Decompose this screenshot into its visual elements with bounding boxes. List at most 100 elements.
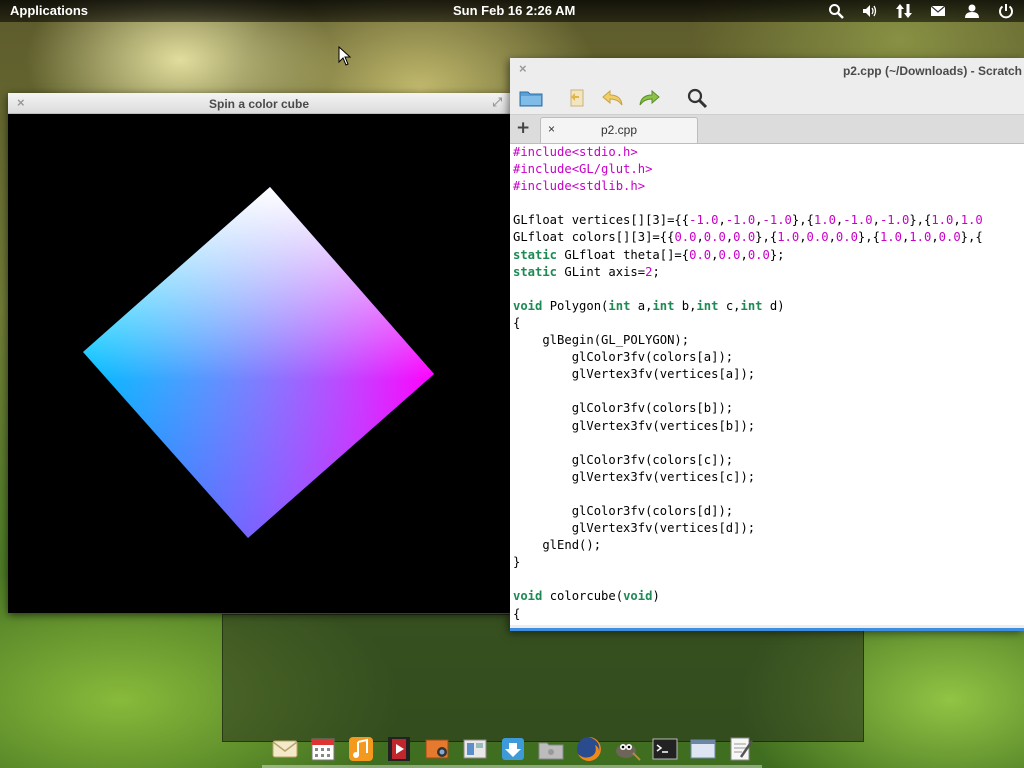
code-token: glVertex3fv(vertices[d]); [513,521,756,536]
code-token: 0.0 [703,230,726,245]
code-line: glVertex3fv(vertices[c]); [513,469,1024,486]
text-editor-icon[interactable] [722,730,760,768]
code-token: 0.0 [733,230,756,245]
code-line: { [513,315,1024,332]
code-token: -1.0 [879,213,910,228]
window-icon[interactable] [684,730,722,768]
code-token: Polygon( [542,298,609,313]
open-folder-icon[interactable] [518,86,544,110]
code-token: b, [674,298,697,313]
revert-icon[interactable] [564,86,590,110]
firefox-icon[interactable] [570,730,608,768]
code-token: 1.0 [777,230,800,245]
code-token: 0.0 [674,230,697,245]
code-token: glColor3fv(colors[a]); [513,350,734,365]
code-line: glVertex3fv(vertices[d]); [513,520,1024,537]
tab-p2-cpp[interactable]: × p2.cpp [540,117,698,143]
network-icon[interactable] [894,2,914,20]
editor-titlebar[interactable]: × p2.cpp (~/Downloads) - Scratch [510,58,1024,82]
code-token: 0.0 [938,230,961,245]
maximize-icon[interactable]: ⤢ [492,95,502,110]
code-line: glColor3fv(colors[a]); [513,349,1024,366]
window-title: Spin a color cube [208,97,310,111]
scratch-editor-window[interactable]: × p2.cpp (~/Downloads) - Scratch + × p2.… [510,58,1024,631]
code-token: 1.0 [813,213,836,228]
volume-icon[interactable] [860,2,880,20]
cube-window-titlebar[interactable]: × Spin a color cube ⤢ [8,93,510,114]
code-editor[interactable]: #include<stdio.h> #include<GL/glut.h> #inc… [510,144,1024,625]
code-token: , [696,230,704,245]
background-window[interactable] [222,614,864,742]
workspaces-icon[interactable] [456,730,494,768]
code-token: 1.0 [909,230,932,245]
cube-window[interactable]: × Spin a color cube ⤢ [8,93,510,613]
code-token: int [696,298,719,313]
music-icon[interactable] [342,730,380,768]
code-line: #include<GL/glut.h> [513,161,1024,178]
code-token: 0.0 [718,247,741,262]
code-token: GLfloat theta[]={ [557,247,690,262]
code-line: glColor3fv(colors[d]); [513,503,1024,520]
code-token: glVertex3fv(vertices[c]); [513,469,756,484]
files-icon[interactable] [532,730,570,768]
gimp-icon[interactable] [608,730,646,768]
search-icon[interactable] [684,86,710,110]
code-token: #include<stdio.h> [513,145,638,159]
code-line: glColor3fv(colors[c]); [513,452,1024,469]
photos-icon[interactable] [418,730,456,768]
clock[interactable]: Sun Feb 16 2:26 AM [453,3,575,18]
code-token: -1.0 [689,213,719,228]
code-token: glVertex3fv(vertices[b]); [513,418,756,433]
code-token: { [513,606,521,621]
code-token: 1.0 [960,213,983,228]
code-token: 1.0 [931,213,954,228]
code-token: GLint axis= [557,264,646,279]
code-token: -1.0 [725,213,756,228]
applications-menu[interactable]: Applications [10,3,88,18]
color-cube-canvas[interactable] [8,114,510,613]
code-token: c, [718,298,741,313]
terminal-icon[interactable] [646,730,684,768]
code-line: static GLfloat theta[]={0.0,0.0,0.0}; [513,247,1024,264]
code-token: , [828,230,836,245]
mail-icon[interactable] [266,730,304,768]
code-token: 0.0 [806,230,829,245]
code-token: GLfloat colors[][3]={{ [513,230,675,245]
editor-toolbar [510,82,1024,115]
code-token: , [755,213,763,228]
redo-icon[interactable] [636,86,662,110]
code-line: static GLint axis=2; [513,264,1024,281]
new-tab-button[interactable]: + [516,118,530,138]
code-token: int [740,298,763,313]
code-token: }; [769,247,785,262]
code-token: void [513,298,543,313]
code-token: 0.0 [835,230,858,245]
code-token: d) [762,298,785,313]
calendar-icon[interactable] [304,730,342,768]
code-token: #include<stdlib.h> [513,179,646,194]
code-token: void [623,589,653,604]
tab-label: p2.cpp [600,123,638,137]
downloads-icon[interactable] [494,730,532,768]
code-token: a, [630,298,653,313]
close-icon[interactable]: × [519,61,527,76]
code-token: glEnd(); [513,538,602,553]
code-line: glEnd(); [513,537,1024,554]
undo-icon[interactable] [600,86,626,110]
code-token: ; [652,264,660,279]
video-icon[interactable] [380,730,418,768]
code-token: glVertex3fv(vertices[a]); [513,367,756,382]
indicator-area [826,2,1016,20]
code-line: glVertex3fv(vertices[b]); [513,418,1024,435]
code-token: , [799,230,807,245]
power-icon[interactable] [996,2,1016,20]
code-token: },{ [791,213,814,228]
code-token: glColor3fv(colors[c]); [513,452,734,467]
user-icon[interactable] [962,2,982,20]
mail-icon[interactable] [928,2,948,20]
code-token: int [608,298,631,313]
search-icon[interactable] [826,2,846,20]
top-panel: Applications Sun Feb 16 2:26 AM [0,0,1024,22]
